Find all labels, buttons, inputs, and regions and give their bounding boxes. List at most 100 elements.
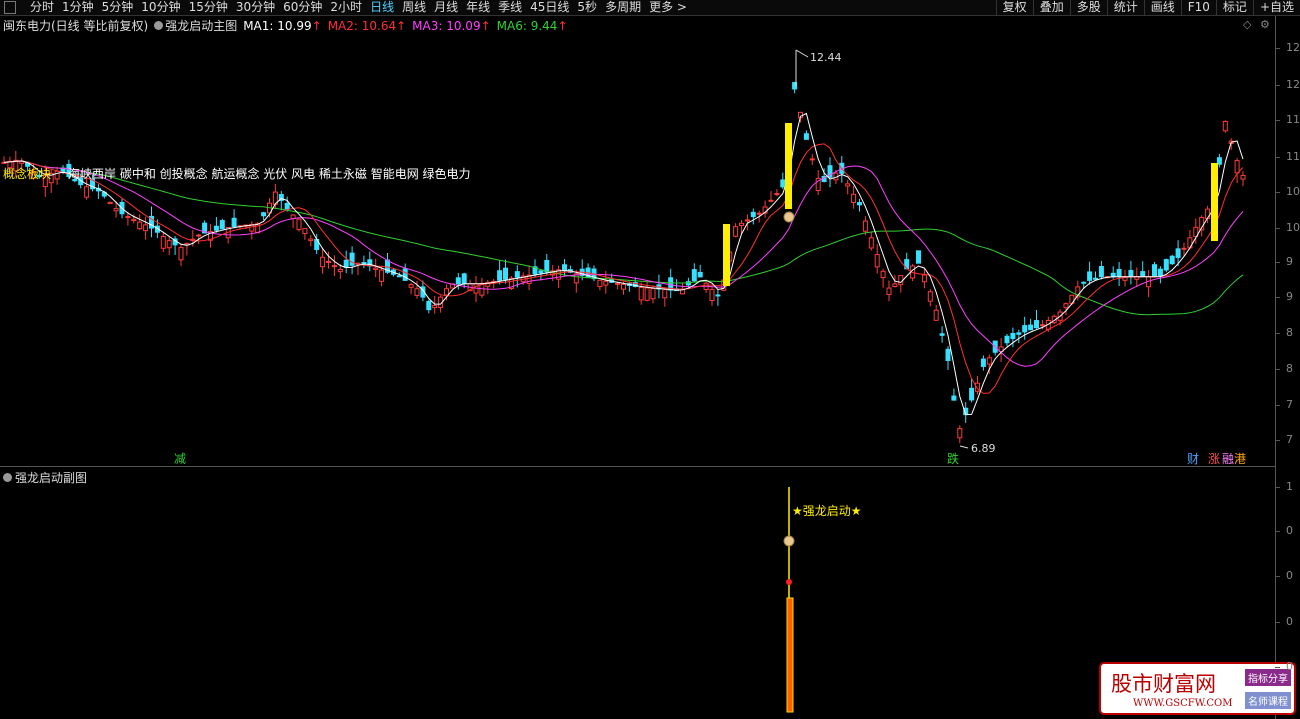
candle	[54, 170, 60, 180]
candle	[284, 202, 290, 210]
candle	[851, 193, 857, 204]
candle	[756, 212, 762, 215]
axis-tick	[1275, 228, 1280, 229]
candle	[1028, 324, 1034, 331]
candle	[1093, 277, 1098, 280]
candle	[1098, 266, 1104, 278]
candle	[939, 333, 945, 336]
sub-signal-bar	[786, 597, 794, 713]
sub-axis-tick-label: 0	[1286, 660, 1293, 673]
sub-axis-tick-label: 0	[1286, 615, 1293, 628]
candle	[444, 288, 449, 296]
candle	[615, 282, 621, 285]
candle	[750, 211, 756, 218]
candle	[337, 268, 343, 273]
axis-tick-label: 8	[1286, 326, 1293, 339]
watermark-logo: 股市财富网 指标分享 名师课程 WWW.GSCFW.COM	[1099, 662, 1296, 715]
signal-text: ★强龙启动★	[792, 504, 862, 518]
candle	[125, 216, 131, 219]
candle	[349, 252, 355, 266]
candle	[969, 387, 975, 401]
candle	[1157, 268, 1163, 277]
candle	[1152, 264, 1157, 278]
candle	[715, 294, 721, 297]
sub-axis-tick	[1275, 622, 1280, 623]
candle	[379, 269, 385, 282]
candle	[951, 395, 957, 401]
ma3-line	[3, 160, 1244, 367]
axis-tick	[1275, 297, 1280, 298]
candle	[880, 270, 886, 279]
candle	[166, 240, 172, 249]
candle	[980, 358, 986, 367]
candle	[650, 288, 656, 300]
axis-tick-label: 9	[1286, 255, 1293, 268]
candle	[432, 305, 438, 309]
watermark-title: 股市财富网	[1111, 672, 1216, 696]
candle	[107, 201, 113, 205]
candle	[892, 283, 898, 288]
candle	[1169, 255, 1175, 265]
marker-gang[interactable]: 港	[1233, 453, 1247, 466]
candle	[196, 234, 202, 237]
candle	[373, 267, 379, 270]
candle	[1175, 248, 1181, 258]
watermark-tag2: 名师课程	[1245, 692, 1291, 709]
sub-axis-tick-label: 1	[1286, 480, 1293, 493]
candle	[538, 270, 544, 274]
marker-jian[interactable]: 减	[173, 453, 187, 466]
sub-axis-tick	[1275, 667, 1280, 668]
marker-die[interactable]: 跌	[946, 453, 960, 466]
candle	[744, 219, 750, 222]
candle	[803, 133, 809, 140]
candle	[898, 275, 904, 286]
candle	[160, 235, 166, 249]
candle	[137, 221, 143, 230]
watermark-url: WWW.GSCFW.COM	[1133, 698, 1233, 709]
axis-tick-label: 7	[1286, 398, 1293, 411]
signal-bar	[723, 224, 730, 286]
candle	[1022, 325, 1028, 333]
candle	[868, 237, 874, 249]
sub-indicator-label: 强龙启动副图	[15, 471, 88, 485]
candle	[768, 199, 774, 202]
candle	[1163, 259, 1169, 271]
candle	[886, 287, 892, 296]
axis-tick-label: 12	[1286, 41, 1300, 54]
candle	[638, 286, 644, 301]
candle	[1081, 281, 1087, 284]
candle	[414, 288, 420, 296]
candlestick-chart[interactable]	[0, 0, 1275, 719]
marker-zhang[interactable]: 涨	[1207, 453, 1221, 466]
sub-axis-tick	[1275, 576, 1280, 577]
candle	[1140, 271, 1146, 278]
candle	[874, 254, 880, 268]
pane-divider[interactable]	[0, 466, 1275, 467]
sub-axis-tick	[1275, 487, 1280, 488]
candle	[597, 279, 603, 288]
candle	[916, 250, 921, 264]
candle	[774, 193, 780, 196]
candle	[219, 220, 225, 230]
axis-tick	[1275, 333, 1280, 334]
sub-axis-tick-label: 0	[1286, 569, 1293, 582]
candle	[213, 225, 219, 231]
candle	[331, 265, 337, 268]
candle	[320, 256, 326, 268]
axis-tick	[1275, 48, 1280, 49]
concept-label: 概念板块	[3, 167, 52, 181]
axis-tick-label: 11	[1286, 150, 1300, 163]
candle	[326, 260, 331, 263]
sub-chart-legend[interactable]: 强龙启动副图	[3, 469, 87, 486]
signal-bar	[1211, 163, 1218, 241]
candle	[857, 202, 862, 206]
candle	[84, 186, 90, 198]
candle	[1181, 247, 1187, 250]
axis-tick	[1275, 369, 1280, 370]
candle	[957, 428, 963, 439]
candle	[426, 300, 432, 311]
watermark-tag1: 指标分享	[1245, 669, 1291, 686]
candle	[231, 217, 237, 228]
marker-cai[interactable]: 财	[1186, 453, 1200, 466]
candle	[1222, 120, 1228, 132]
